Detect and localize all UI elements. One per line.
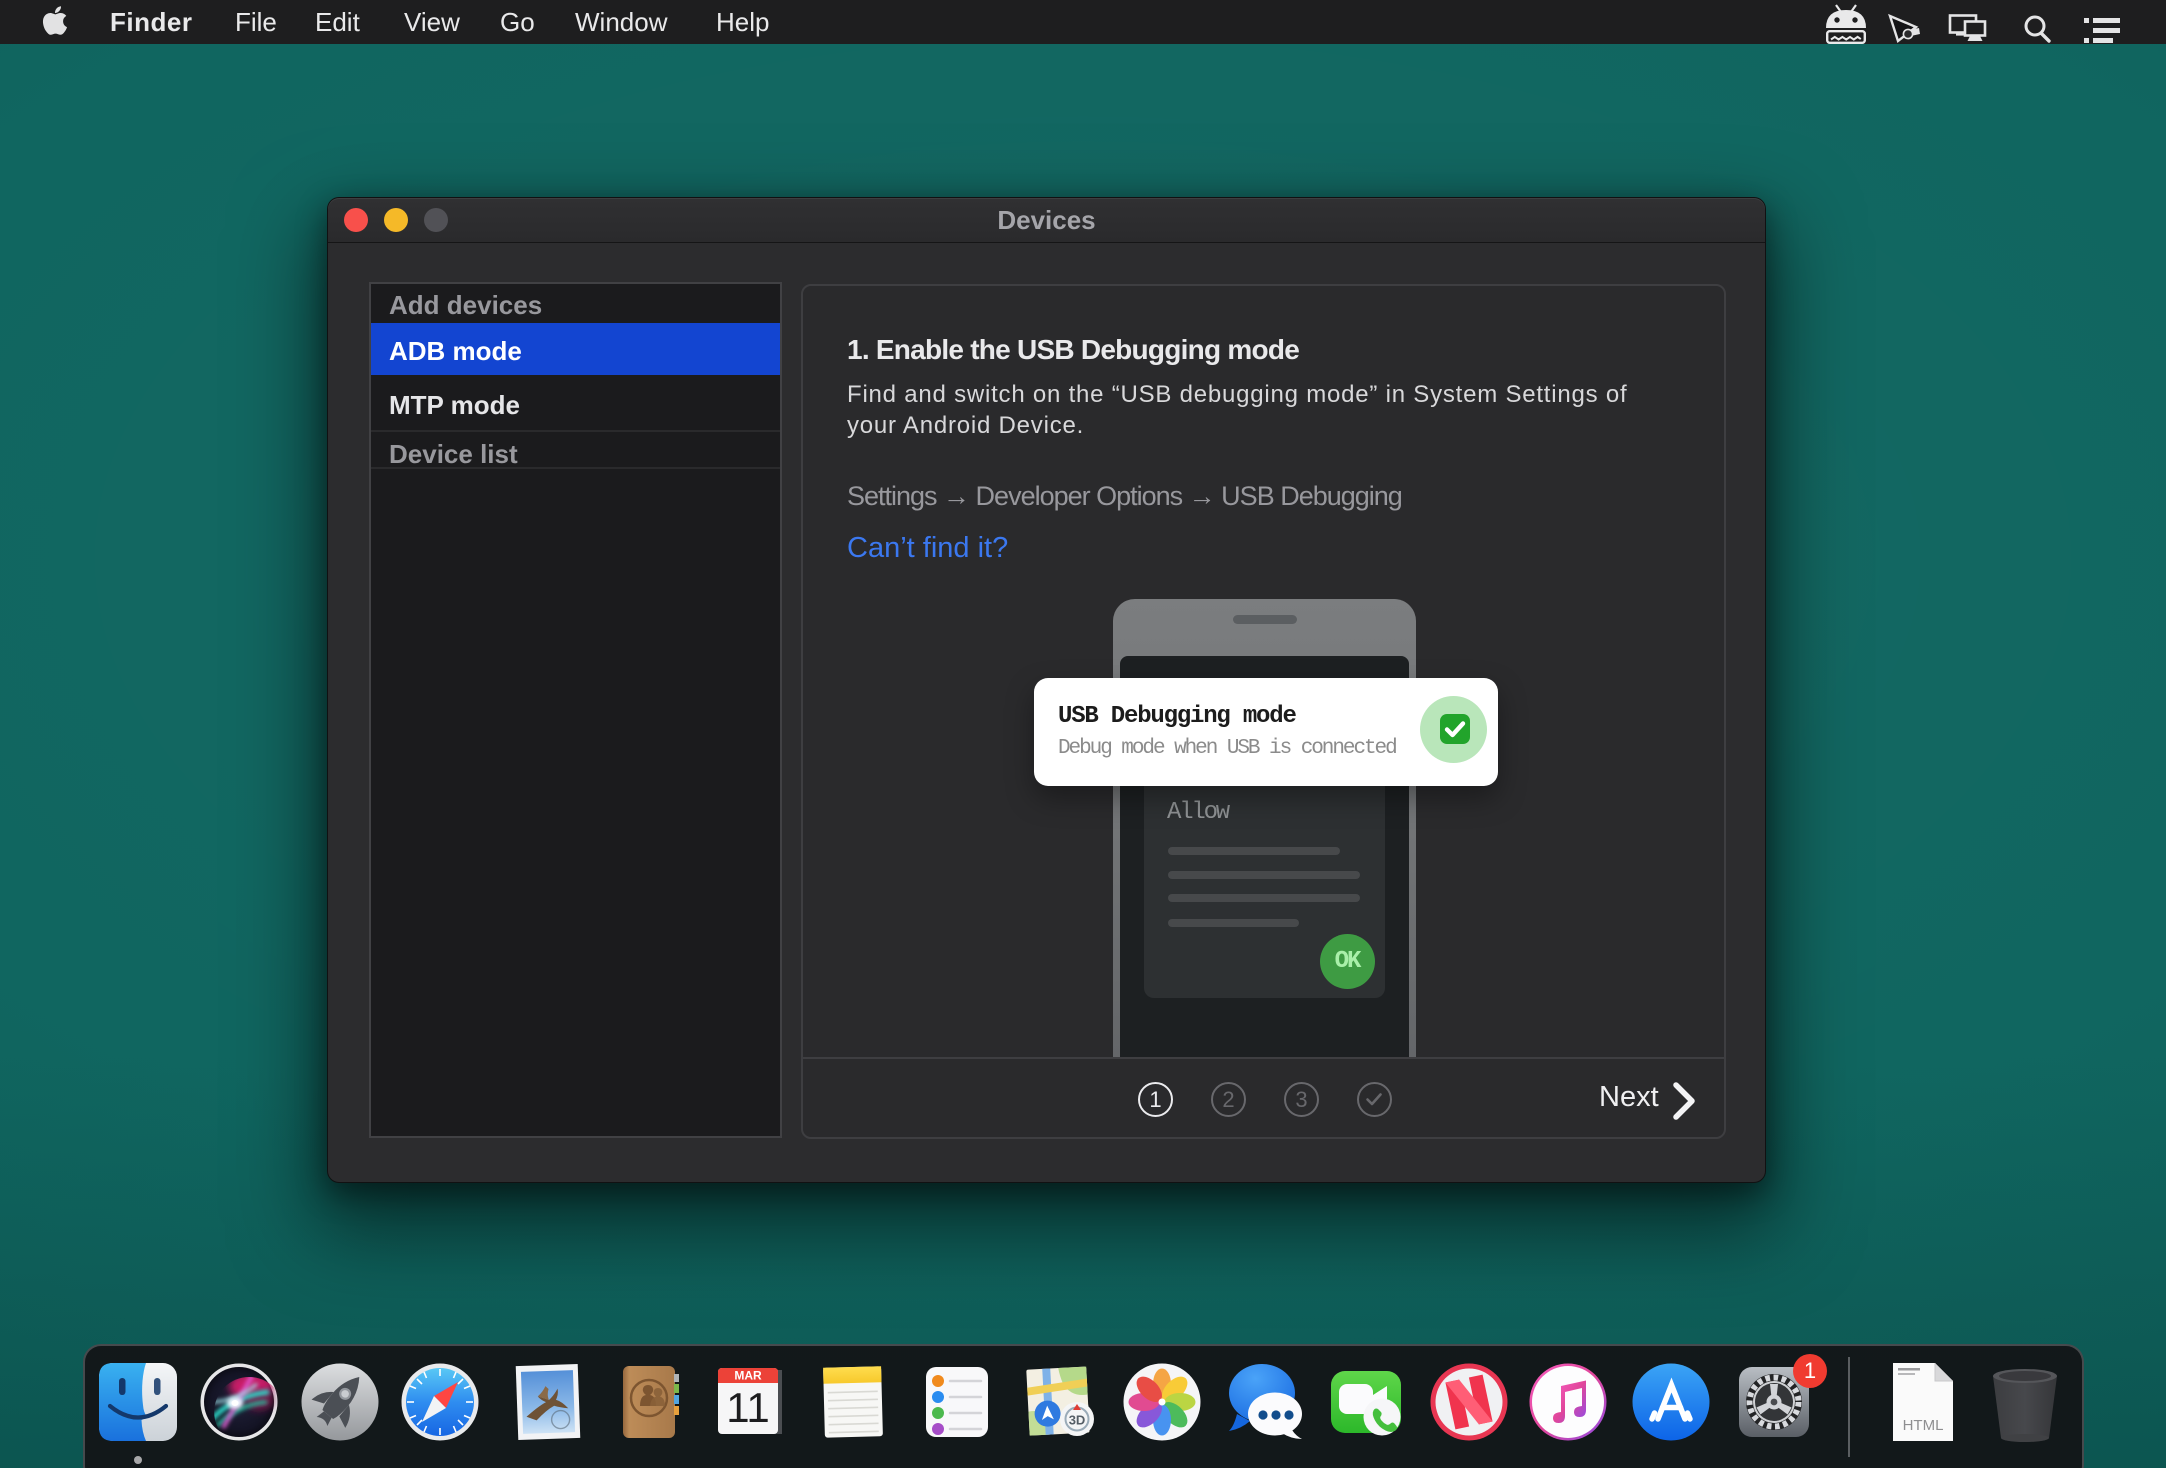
svg-text:MAR: MAR	[734, 1369, 762, 1383]
svg-text:HTML: HTML	[1903, 1417, 1944, 1434]
svg-text:11: 11	[726, 1384, 770, 1431]
svg-text:3D: 3D	[1069, 1413, 1086, 1428]
